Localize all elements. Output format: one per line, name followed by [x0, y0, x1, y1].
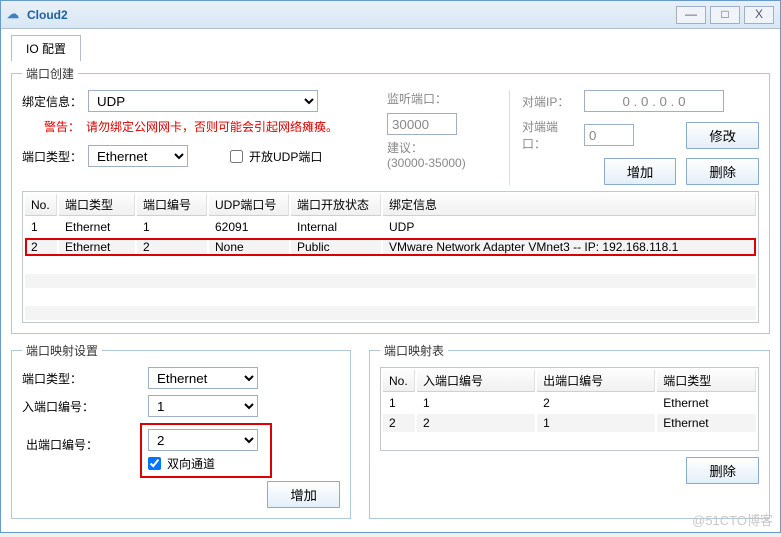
delete-port-button[interactable]: 删除: [686, 158, 759, 185]
map-type-label: 端口类型：: [22, 370, 142, 387]
tab-io-config[interactable]: IO 配置: [11, 35, 81, 61]
map-in-label: 入端口编号：: [22, 398, 142, 415]
suggest-label: 建议：: [387, 141, 423, 155]
maximize-button[interactable]: □: [710, 6, 740, 24]
tab-strip: IO 配置: [11, 35, 770, 61]
map-table[interactable]: No. 入端口编号 出端口编号 端口类型 1 1 2 Ethernet: [380, 367, 759, 451]
close-button[interactable]: X: [744, 6, 774, 24]
listen-port-input[interactable]: [387, 113, 457, 135]
minimize-button[interactable]: —: [676, 6, 706, 24]
col-bind: 绑定信息: [383, 194, 756, 216]
col-type: 端口类型: [59, 194, 135, 216]
mcol-no: No.: [383, 370, 415, 392]
open-udp-label: 开放UDP端口: [249, 148, 322, 165]
table-row[interactable]: 2 2 1 Ethernet: [383, 414, 756, 432]
warn-label: 警告：: [22, 118, 80, 135]
port-table[interactable]: No. 端口类型 端口编号 UDP端口号 端口开放状态 绑定信息 1 Ether…: [22, 191, 759, 323]
map-out-label: 出端口编号：: [26, 436, 136, 453]
mcol-in: 入端口编号: [417, 370, 535, 392]
col-open: 端口开放状态: [291, 194, 381, 216]
app-icon: ☁: [7, 7, 23, 23]
map-in-select[interactable]: 1: [148, 395, 258, 417]
titlebar: ☁ Cloud2 — □ X: [1, 1, 780, 29]
port-map-settings-group: 端口映射设置 端口类型： Ethernet 入端口编号： 1 2 双向通道: [11, 342, 351, 519]
port-create-group: 端口创建 绑定信息： UDP 警告： 请勿绑定公网网卡，否则可能会引起网络瘫痪。…: [11, 65, 770, 334]
bidir-label: 双向通道: [167, 455, 215, 472]
add-port-button[interactable]: 增加: [604, 158, 677, 185]
listen-port-label: 监听端口：: [387, 90, 447, 107]
table-row[interactable]: 2 Ethernet 2 None Public VMware Network …: [25, 238, 756, 256]
open-udp-checkbox[interactable]: [230, 150, 243, 163]
map-add-button[interactable]: 增加: [267, 481, 340, 508]
window-title: Cloud2: [27, 8, 672, 22]
mcol-type: 端口类型: [657, 370, 756, 392]
modify-button[interactable]: 修改: [686, 122, 759, 149]
map-table-legend: 端口映射表: [380, 342, 448, 359]
mcol-out: 出端口编号: [537, 370, 655, 392]
table-row[interactable]: 1 1 2 Ethernet: [383, 394, 756, 412]
port-map-table-group: 端口映射表 No. 入端口编号 出端口编号 端口类型 1 1 2 Etherne…: [369, 342, 770, 519]
suggest-range: (30000-35000): [387, 156, 466, 170]
map-out-select[interactable]: 2: [148, 429, 258, 451]
map-set-legend: 端口映射设置: [22, 342, 102, 359]
warn-text: 请勿绑定公网网卡，否则可能会引起网络瘫痪。: [86, 118, 338, 135]
peer-ip-label: 对端IP：: [522, 93, 578, 110]
bidir-checkbox[interactable]: [148, 457, 161, 470]
map-delete-button[interactable]: 删除: [686, 457, 759, 484]
peer-port-label: 对端端口：: [522, 118, 578, 152]
col-no: No.: [25, 194, 57, 216]
peer-port-input[interactable]: [584, 124, 634, 146]
port-type-select[interactable]: Ethernet: [88, 145, 188, 167]
table-row[interactable]: 1 Ethernet 1 62091 Internal UDP: [25, 218, 756, 236]
bind-info-select[interactable]: UDP: [88, 90, 318, 112]
map-type-select[interactable]: Ethernet: [148, 367, 258, 389]
col-udp: UDP端口号: [209, 194, 289, 216]
peer-ip-input[interactable]: [584, 90, 724, 112]
port-create-legend: 端口创建: [22, 65, 78, 82]
col-num: 端口编号: [137, 194, 207, 216]
port-type-label: 端口类型：: [22, 148, 82, 165]
bind-info-label: 绑定信息：: [22, 93, 82, 110]
watermark: @51CTO博客: [692, 510, 773, 529]
